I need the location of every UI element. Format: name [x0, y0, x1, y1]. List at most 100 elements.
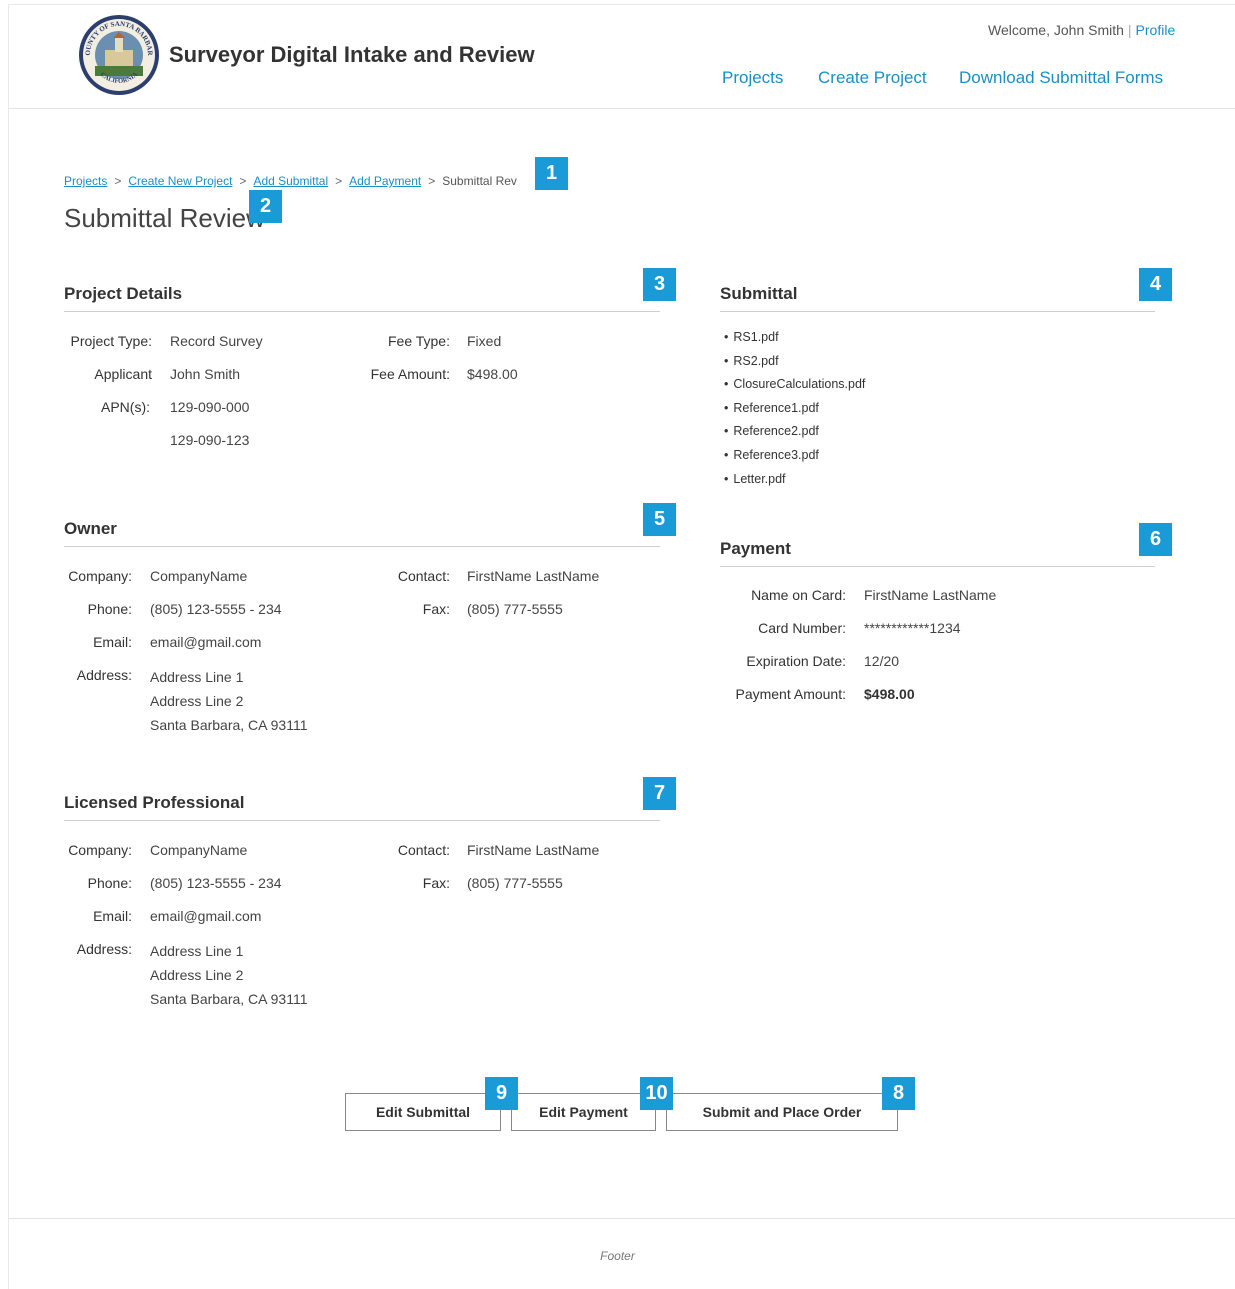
apn-value: 129-090-123 [170, 432, 250, 448]
profile-link[interactable]: Profile [1136, 22, 1176, 38]
breadcrumb-projects[interactable]: Projects [64, 174, 107, 188]
annotation-marker: 7 [643, 777, 676, 810]
lp-email-label: Email: [93, 908, 132, 924]
lp-phone-value: (805) 123-5555 - 234 [150, 875, 282, 891]
owner-phone-value: (805) 123-5555 - 234 [150, 601, 282, 617]
breadcrumb-add-submittal[interactable]: Add Submittal [253, 174, 328, 188]
owner-divider [64, 546, 660, 547]
lp-company-value: CompanyName [150, 842, 248, 858]
breadcrumb-separator: > [428, 174, 436, 188]
footer-divider [9, 1218, 1235, 1219]
project-details-title: Project Details [64, 284, 183, 303]
licensed-professional-divider [64, 820, 660, 821]
card-name-value: FirstName LastName [864, 587, 997, 603]
header-divider [9, 108, 1235, 109]
owner-phone-label: Phone: [87, 601, 132, 617]
lp-address-line: Santa Barbara, CA 93111 [150, 991, 308, 1007]
lp-contact-label: Contact: [397, 842, 450, 858]
breadcrumb-separator: > [114, 174, 122, 188]
annotation-marker: 8 [882, 1077, 915, 1110]
payment-divider [720, 566, 1155, 567]
fee-type-label: Fee Type: [387, 333, 450, 349]
apn-label: APN(s): [101, 399, 150, 415]
annotation-marker: 4 [1139, 268, 1172, 301]
edit-payment-button[interactable]: Edit Payment [511, 1093, 656, 1131]
app-title: Surveyor Digital Intake and Review [169, 42, 535, 67]
submittal-file-item[interactable]: ClosureCalculations.pdf [724, 377, 865, 401]
county-seal-logo[interactable]: COUNTY OF SANTA BARBARA CALIFORNIA [75, 8, 160, 96]
lp-contact-value: FirstName LastName [467, 842, 600, 858]
annotation-marker: 10 [640, 1077, 673, 1110]
welcome-separator: | [1127, 22, 1132, 38]
breadcrumb-separator: > [335, 174, 343, 188]
lp-fax-value: (805) 777-5555 [467, 875, 563, 891]
owner-title: Owner [64, 519, 117, 538]
project-details-divider [64, 311, 660, 312]
fee-type-value: Fixed [467, 333, 502, 349]
lp-address-label: Address: [76, 941, 132, 957]
owner-company-value: CompanyName [150, 568, 248, 584]
submittal-file-item[interactable]: Reference3.pdf [724, 448, 865, 472]
owner-address-line: Address Line 1 [150, 669, 244, 685]
submittal-file-list: RS1.pdf RS2.pdf ClosureCalculations.pdf … [724, 330, 865, 495]
lp-address-line: Address Line 2 [150, 967, 244, 983]
card-number-value: ************1234 [864, 620, 961, 636]
annotation-marker: 5 [643, 503, 676, 536]
payment-amount-value: $498.00 [864, 686, 915, 702]
submittal-file-item[interactable]: Reference1.pdf [724, 401, 865, 425]
submittal-divider [720, 311, 1155, 312]
submittal-file-item[interactable]: RS1.pdf [724, 330, 865, 354]
lp-fax-label: Fax: [422, 875, 450, 891]
licensed-professional-title: Licensed Professional [64, 793, 245, 812]
card-number-label: Card Number: [758, 620, 846, 636]
payment-title: Payment [720, 539, 791, 558]
owner-address-line: Santa Barbara, CA 93111 [150, 717, 308, 733]
card-name-label: Name on Card: [751, 587, 846, 603]
annotation-marker: 3 [643, 268, 676, 301]
breadcrumb-current: Submittal Rev [442, 174, 517, 188]
footer: Footer [600, 1249, 635, 1263]
owner-address-line: Address Line 2 [150, 693, 244, 709]
fee-amount-label: Fee Amount: [370, 366, 450, 382]
submittal-title: Submittal [720, 284, 798, 303]
user-welcome: Welcome, John Smith | Profile [988, 22, 1175, 38]
owner-company-label: Company: [68, 568, 132, 584]
owner-email-label: Email: [93, 634, 132, 650]
submittal-file-item[interactable]: Reference2.pdf [724, 424, 865, 448]
project-type-label: Project Type: [70, 333, 152, 349]
edit-submittal-button[interactable]: Edit Submittal [345, 1093, 501, 1131]
owner-contact-value: FirstName LastName [467, 568, 600, 584]
lp-phone-label: Phone: [87, 875, 132, 891]
annotation-marker: 9 [485, 1077, 518, 1110]
expiration-value: 12/20 [864, 653, 900, 669]
page-title: Submittal Review [64, 203, 265, 233]
owner-fax-value: (805) 777-5555 [467, 601, 563, 617]
owner-contact-label: Contact: [397, 568, 450, 584]
fee-amount-value: $498.00 [467, 366, 518, 382]
project-type-value: Record Survey [170, 333, 263, 349]
breadcrumb-create-new-project[interactable]: Create New Project [128, 174, 232, 188]
breadcrumb-add-payment[interactable]: Add Payment [349, 174, 421, 188]
submittal-file-item[interactable]: RS2.pdf [724, 354, 865, 378]
lp-address-line: Address Line 1 [150, 943, 244, 959]
applicant-label: Applicant [94, 366, 152, 382]
breadcrumb-separator: > [239, 174, 247, 188]
submit-and-place-order-button[interactable]: Submit and Place Order [666, 1093, 898, 1131]
owner-fax-label: Fax: [422, 601, 450, 617]
nav-projects[interactable]: Projects [722, 68, 783, 88]
apn-value: 129-090-000 [170, 399, 250, 415]
nav-download-submittal-forms[interactable]: Download Submittal Forms [959, 68, 1163, 88]
annotation-marker: 2 [249, 190, 282, 223]
lp-email-value: email@gmail.com [150, 908, 262, 924]
applicant-value: John Smith [170, 366, 241, 382]
annotation-marker: 6 [1139, 523, 1172, 556]
nav-create-project[interactable]: Create Project [818, 68, 927, 88]
expiration-label: Expiration Date: [746, 653, 846, 669]
annotation-marker: 1 [535, 157, 568, 190]
welcome-text: Welcome, John Smith [988, 22, 1124, 38]
owner-email-value: email@gmail.com [150, 634, 262, 650]
lp-company-label: Company: [68, 842, 132, 858]
payment-amount-label: Payment Amount: [735, 686, 846, 702]
submittal-file-item[interactable]: Letter.pdf [724, 472, 865, 496]
owner-address-label: Address: [76, 667, 132, 683]
